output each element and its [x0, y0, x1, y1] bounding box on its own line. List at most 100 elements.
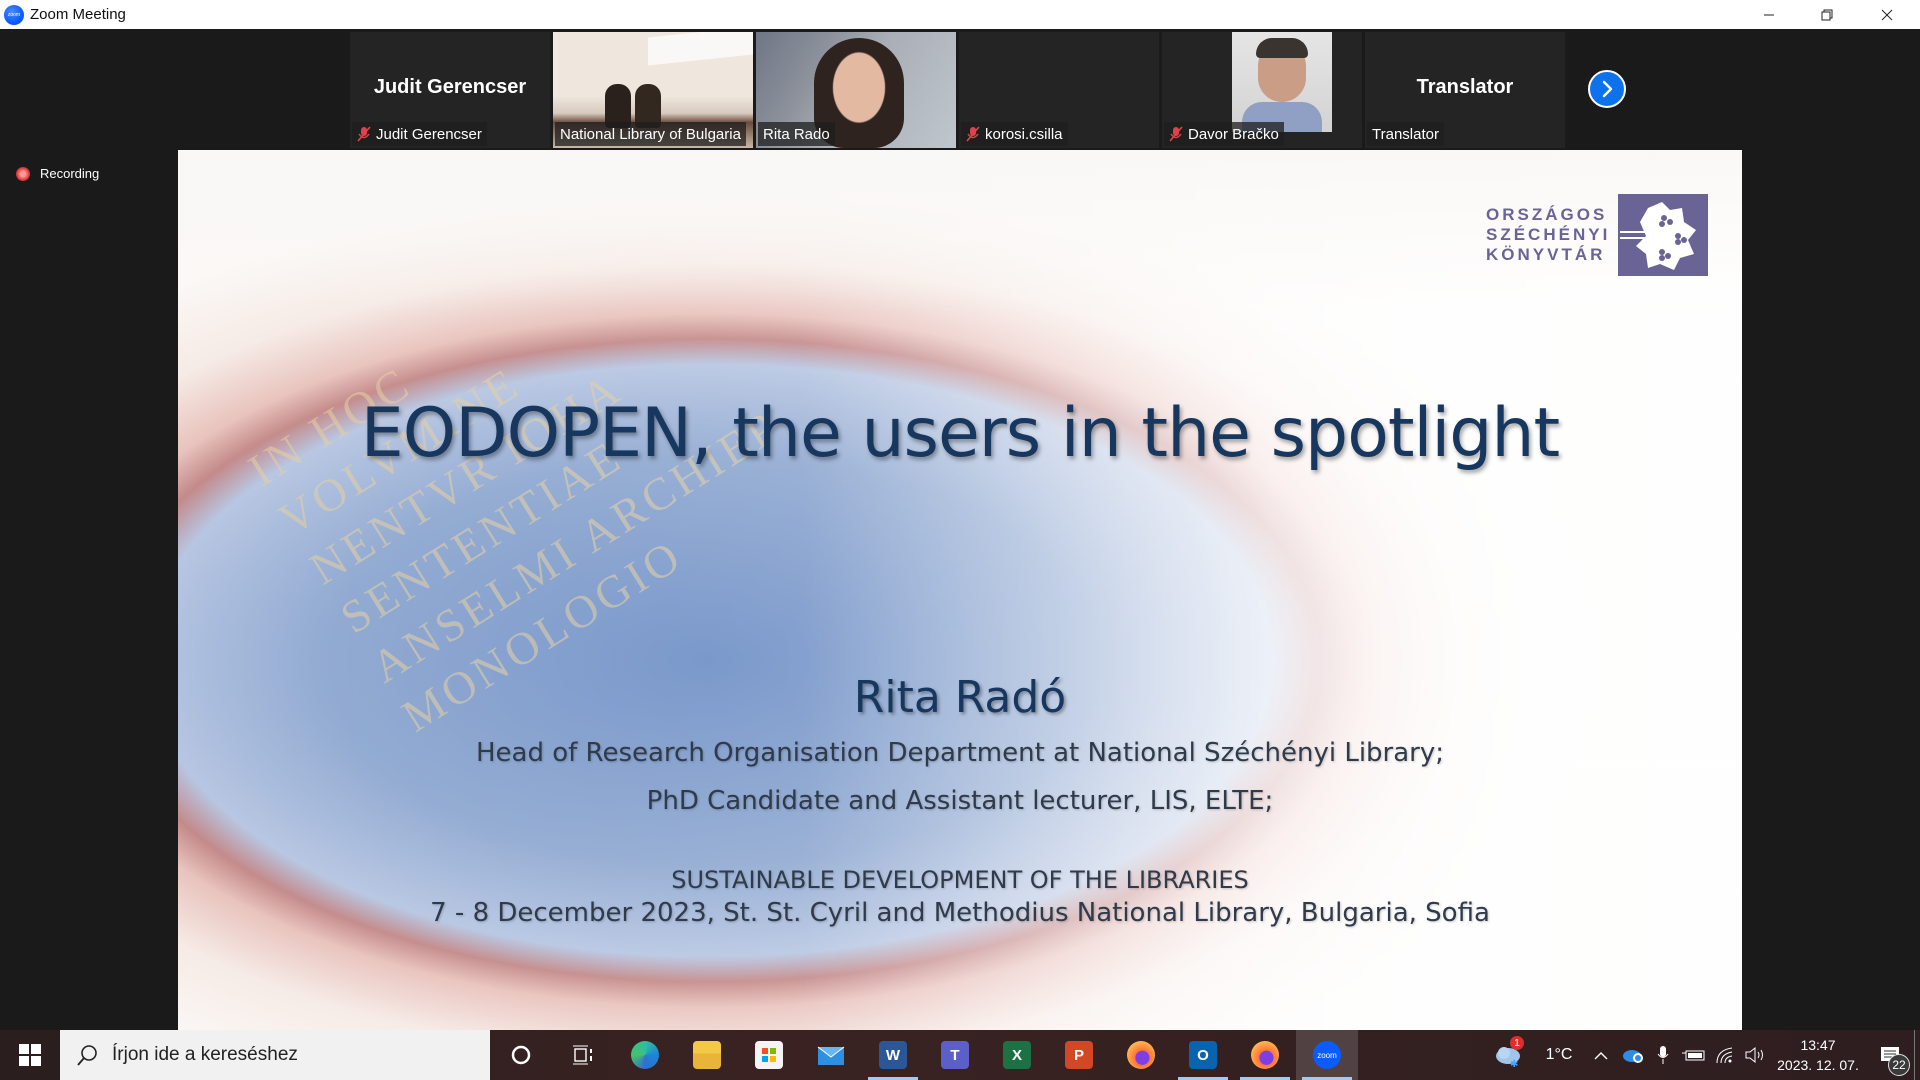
taskbar-clock[interactable]: 13:47 2023. 12. 07.: [1770, 1030, 1866, 1080]
slide-author-role: Head of Research Organisation Department…: [475, 738, 1445, 768]
taskbar-cortana[interactable]: [490, 1030, 552, 1080]
folder-icon: [693, 1041, 721, 1069]
minimize-button[interactable]: [1740, 0, 1798, 29]
task-view-icon: [573, 1045, 592, 1065]
restore-icon: [1821, 9, 1833, 20]
system-tray: ✱ 1 1°C 13:47 2023. 12. 07. 22: [1484, 1030, 1920, 1080]
shared-screen-slide: IN HOC VOLVMINE NENTVR IOHA SENTENTIAE A…: [178, 150, 1742, 1030]
onedrive-tray[interactable]: [1618, 1030, 1648, 1080]
windows-taskbar: Írjon ide a kereséshez W T X P O zoom ✱ …: [0, 1030, 1920, 1080]
search-placeholder: Írjon ide a kereséshez: [112, 1044, 298, 1065]
title-bar: zoom Zoom Meeting: [0, 0, 1920, 29]
participant-name-label: Davor Bračko: [1164, 122, 1284, 146]
minimize-icon: [1764, 14, 1774, 15]
edge-icon: [631, 1041, 659, 1069]
taskbar-microsoft-store[interactable]: [738, 1030, 800, 1080]
recording-label: Recording: [40, 166, 100, 181]
volume-tray[interactable]: [1740, 1030, 1770, 1080]
window-title: Zoom Meeting: [30, 6, 126, 23]
participant-name: Translator: [1372, 125, 1439, 143]
powerpoint-icon: P: [1065, 1041, 1093, 1069]
library-logo-mark-icon: [1618, 194, 1709, 276]
show-hidden-icons-button[interactable]: [1584, 1030, 1618, 1080]
slide-conference-date-venue: 7 - 8 December 2023, St. St. Cyril and M…: [430, 898, 1490, 928]
library-logo: ORSZÁGOS SZÉCHÉNYI KÖNYVTÁR: [1486, 194, 1709, 276]
taskbar-file-explorer[interactable]: [676, 1030, 738, 1080]
taskbar-firefox[interactable]: [1110, 1030, 1172, 1080]
participant-tile[interactable]: korosi.csilla: [959, 32, 1159, 148]
taskbar-task-view[interactable]: [552, 1030, 614, 1080]
participant-profile-photo: [1232, 32, 1332, 132]
windows-logo-icon: [19, 1044, 41, 1066]
participant-display-name: Judit Gerencser: [373, 76, 527, 98]
chevron-right-icon: [1602, 80, 1613, 98]
taskbar-zoom[interactable]: zoom: [1296, 1030, 1358, 1080]
microphone-tray[interactable]: [1648, 1030, 1678, 1080]
participant-tile[interactable]: National Library of Bulgaria: [553, 32, 753, 148]
slide-author-role: PhD Candidate and Assistant lecturer, LI…: [646, 786, 1274, 816]
cortana-icon: [511, 1045, 531, 1065]
show-desktop-button[interactable]: [1914, 1030, 1920, 1080]
zoom-app-icon: zoom: [4, 4, 24, 25]
microphone-muted-icon: [1169, 126, 1183, 142]
weather-widget[interactable]: ✱ 1: [1484, 1030, 1534, 1080]
microphone-muted-icon: [357, 126, 371, 142]
taskbar-excel[interactable]: X: [986, 1030, 1048, 1080]
action-center-button[interactable]: 22: [1866, 1030, 1914, 1080]
next-participants-button[interactable]: [1588, 70, 1626, 108]
participant-tile[interactable]: Judit Gerencser Judit Gerencser: [350, 32, 550, 148]
mail-icon: [817, 1046, 845, 1065]
store-icon: [755, 1041, 783, 1069]
firefox-icon: [1251, 1041, 1279, 1069]
participant-name-label: National Library of Bulgaria: [555, 122, 746, 146]
word-icon: W: [879, 1041, 907, 1069]
taskbar-edge[interactable]: [614, 1030, 676, 1080]
microphone-muted-icon: [966, 126, 980, 142]
weather-temperature: 1°C: [1545, 1046, 1573, 1063]
outlook-icon: O: [1189, 1041, 1217, 1069]
participant-tile-active-speaker[interactable]: Rita Rado: [756, 32, 956, 148]
logo-line: ORSZÁGOS: [1486, 205, 1608, 224]
notification-count-badge: 22: [1888, 1054, 1910, 1076]
onedrive-icon: [1623, 1050, 1643, 1063]
participant-name: korosi.csilla: [985, 125, 1063, 143]
slide-author: Rita Radó: [853, 672, 1067, 723]
weather-badge: 1: [1510, 1036, 1524, 1050]
taskbar-powerpoint[interactable]: P: [1048, 1030, 1110, 1080]
close-icon: [1881, 9, 1893, 20]
clock-date: 2023. 12. 07.: [1777, 1057, 1859, 1073]
participant-display-name: Translator: [1416, 76, 1514, 98]
photo-detail: [1256, 38, 1308, 58]
taskbar-search-input[interactable]: Írjon ide a kereséshez: [60, 1030, 490, 1080]
zoom-meeting-window: zoom Zoom Meeting Judit Gerencser Judit …: [0, 0, 1920, 1080]
taskbar-word[interactable]: W: [862, 1030, 924, 1080]
excel-icon: X: [1003, 1041, 1031, 1069]
recording-indicator[interactable]: Recording: [16, 166, 99, 181]
taskbar-firefox-2[interactable]: [1234, 1030, 1296, 1080]
speaker-volume-icon: [1745, 1046, 1763, 1064]
participant-tile[interactable]: Davor Bračko: [1162, 32, 1362, 148]
start-button[interactable]: [0, 1030, 60, 1080]
logo-line: KÖNYVTÁR: [1486, 245, 1606, 264]
taskbar-outlook[interactable]: O: [1172, 1030, 1234, 1080]
firefox-icon: [1127, 1041, 1155, 1069]
chevron-up-icon: [1594, 1052, 1608, 1060]
slide-title: EODOPEN, the users in the spotlight: [360, 394, 1560, 473]
taskbar-mail[interactable]: [800, 1030, 862, 1080]
search-icon: [77, 1045, 97, 1066]
recording-icon: [16, 166, 30, 181]
close-button[interactable]: [1858, 0, 1916, 29]
participant-name: Rita Rado: [763, 125, 830, 143]
restore-button[interactable]: [1798, 0, 1856, 29]
battery-tray[interactable]: [1678, 1030, 1710, 1080]
wifi-tray[interactable]: [1710, 1030, 1740, 1080]
participant-name-label: Translator: [1367, 122, 1444, 146]
participant-name-label: Judit Gerencser: [352, 122, 487, 146]
participant-tile[interactable]: Translator Translator: [1365, 32, 1565, 148]
participant-strip: Judit Gerencser Judit Gerencser National…: [350, 32, 1565, 148]
slide-conference-name: SUSTAINABLE DEVELOPMENT OF THE LIBRARIES: [671, 866, 1249, 894]
svg-text:✱: ✱: [1510, 1059, 1518, 1068]
clock-time: 13:47: [1800, 1037, 1836, 1053]
taskbar-teams[interactable]: T: [924, 1030, 986, 1080]
participant-name-label: korosi.csilla: [961, 122, 1068, 146]
